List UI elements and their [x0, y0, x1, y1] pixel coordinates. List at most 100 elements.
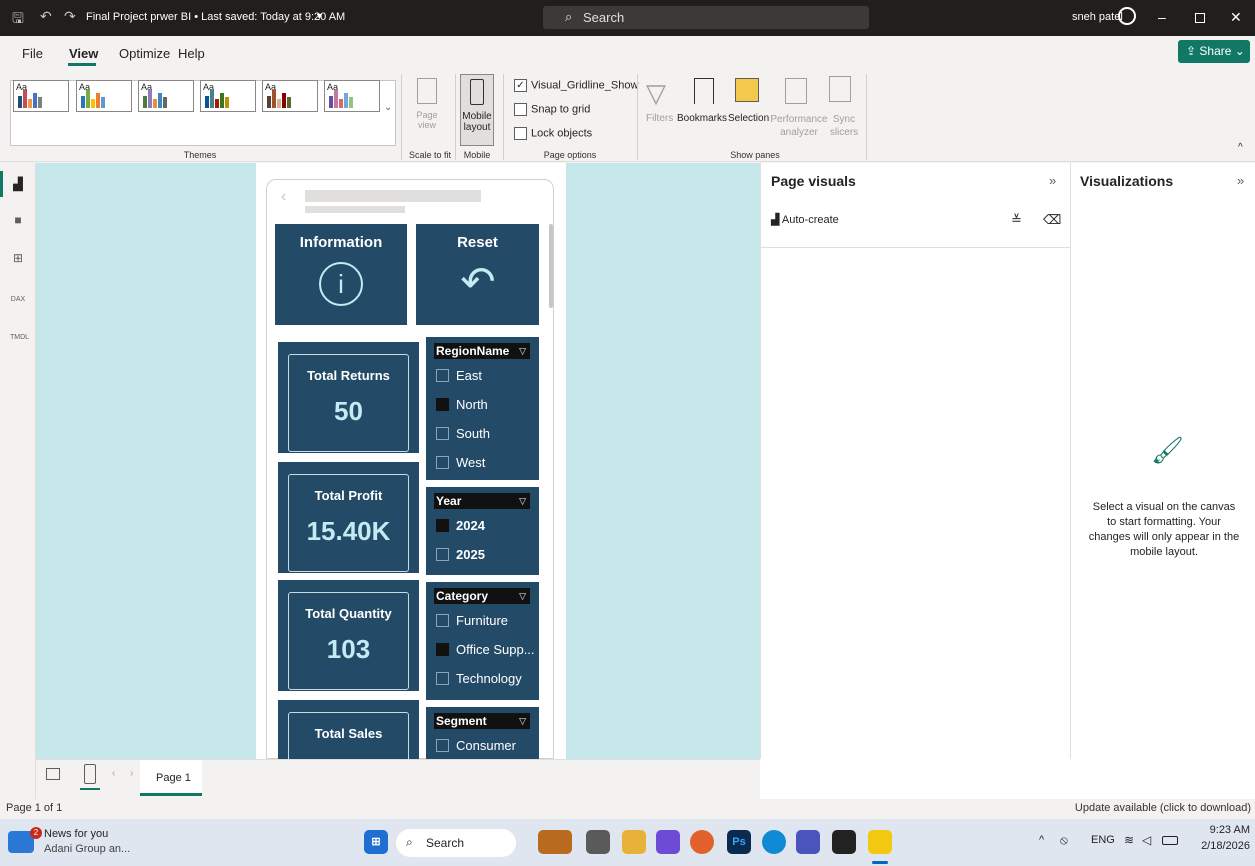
sync-slicers-icon[interactable]	[829, 76, 851, 102]
bookmarks-icon[interactable]	[694, 78, 714, 104]
theme-5[interactable]: Aa	[262, 80, 318, 112]
undo-icon[interactable]: ↶	[40, 8, 52, 25]
taskbar-search[interactable]: ⌕ Search	[396, 829, 516, 857]
slicer-segment[interactable]: Segment ▽ Consumer	[426, 707, 539, 759]
photoshop-icon[interactable]: Ps	[727, 830, 751, 854]
slicer-category[interactable]: Category ▽ Furniture Office Supp... Techn…	[426, 582, 539, 700]
battery-icon[interactable]	[1162, 836, 1178, 845]
theme-2[interactable]: Aa	[76, 80, 132, 112]
scrollbar[interactable]	[549, 224, 553, 308]
share-button[interactable]: ⇪ Share ⌄	[1178, 40, 1250, 63]
clock-time[interactable]: 9:23 AM	[1190, 824, 1250, 836]
location-off-icon[interactable]: ⦸	[1060, 833, 1068, 848]
slicer-option-consumer[interactable]: Consumer	[436, 738, 516, 753]
chevron-down-icon[interactable]: ▼	[315, 11, 324, 21]
kpi-total-returns[interactable]: Total Returns 50	[278, 342, 419, 453]
clock-date[interactable]: 2/18/2026	[1190, 840, 1250, 852]
chevron-down-icon: ▽	[519, 716, 526, 726]
capcut-icon[interactable]	[832, 830, 856, 854]
prev-page-icon[interactable]: ‹	[112, 768, 115, 779]
dax-query-view-icon[interactable]: DAX	[10, 287, 26, 303]
report-view-icon[interactable]: ▟	[10, 177, 26, 193]
auto-create-button[interactable]: ▟ Auto-create	[771, 213, 839, 226]
window-title[interactable]: Final Project prwer BI • Last saved: Tod…	[86, 11, 345, 23]
slicer-option-north[interactable]: North	[436, 397, 488, 412]
copilot-icon[interactable]	[656, 830, 680, 854]
page-view-button[interactable]: Page view	[410, 76, 444, 148]
kpi-total-quantity[interactable]: Total Quantity 103	[278, 580, 419, 691]
chevron-up-icon[interactable]: ^	[1039, 834, 1044, 846]
lock-objects-checkbox[interactable]: Lock objects	[514, 127, 592, 140]
update-link[interactable]: Update available (click to download)	[1063, 802, 1251, 814]
kpi-total-profit[interactable]: Total Profit 15.40K	[278, 462, 419, 573]
expand-icon[interactable]: »	[1237, 173, 1244, 188]
slicer-option-office-supplies[interactable]: Office Supp...	[436, 642, 535, 657]
snap-to-grid-checkbox[interactable]: Snap to grid	[514, 103, 590, 116]
edge-icon[interactable]	[762, 830, 786, 854]
slicer-year[interactable]: Year ▽ 2024 2025	[426, 487, 539, 575]
theme-3[interactable]: Aa	[138, 80, 194, 112]
menu-help[interactable]: Help	[178, 46, 205, 61]
sync-slicers-button[interactable]: Sync slicers	[828, 113, 860, 139]
selection-icon[interactable]	[735, 78, 759, 102]
slicer-option-furniture[interactable]: Furniture	[436, 613, 508, 628]
task-view-icon[interactable]	[586, 830, 610, 854]
news-widget[interactable]: 2 News for you Adani Group an...	[8, 825, 148, 859]
mobile-view-icon[interactable]	[84, 764, 96, 784]
slicer-option-2024[interactable]: 2024	[436, 518, 485, 533]
slicer-option-2025[interactable]: 2025	[436, 547, 485, 562]
themes-more-icon[interactable]: ⌄	[384, 102, 392, 113]
user-avatar-icon[interactable]	[1118, 7, 1136, 25]
menu-file[interactable]: File	[22, 46, 43, 61]
next-page-icon[interactable]: ›	[130, 768, 133, 779]
reset-button[interactable]: Reset ↶	[416, 224, 539, 325]
filters-icon[interactable]: ▽	[646, 78, 676, 108]
volume-icon[interactable]: ◁	[1142, 833, 1151, 847]
information-button[interactable]: Information i	[275, 224, 407, 325]
title-bar: 🖫 ↶ ↷ Final Project prwer BI • Last save…	[0, 0, 1255, 36]
model-view-icon[interactable]: ⊞	[10, 251, 26, 267]
file-explorer-icon[interactable]	[622, 830, 646, 854]
selection-button[interactable]: Selection	[728, 113, 769, 124]
mobile-layout-button[interactable]: Mobile layout	[460, 74, 494, 146]
user-name[interactable]: sneh patel	[1072, 11, 1123, 23]
slicer-option-technology[interactable]: Technology	[436, 671, 522, 686]
search-box[interactable]: ⌕ Search	[543, 6, 869, 29]
theme-4[interactable]: Aa	[200, 80, 256, 112]
save-icon[interactable]: 🖫	[12, 8, 24, 32]
theme-6[interactable]: Aa	[324, 80, 380, 112]
filters-button[interactable]: Filters	[646, 113, 673, 124]
theme-1[interactable]: Aa	[13, 80, 69, 112]
expand-icon[interactable]: »	[1049, 173, 1056, 188]
performance-icon[interactable]	[785, 78, 807, 104]
slicer-region[interactable]: RegionName ▽ East North South West	[426, 337, 539, 480]
close-icon[interactable]: ✕	[1230, 9, 1242, 26]
menu-optimize[interactable]: Optimize	[119, 46, 170, 61]
gridlines-checkbox[interactable]: ✓ Visual_Gridline_Show	[514, 79, 638, 92]
chrome-icon[interactable]	[690, 830, 714, 854]
redo-icon[interactable]: ↷	[64, 8, 76, 25]
performance-analyzer-button[interactable]: Performance analyzer	[768, 113, 830, 139]
power-bi-icon[interactable]	[868, 830, 892, 854]
tmdl-view-icon[interactable]: TMDL	[10, 325, 29, 341]
filter-settings-icon[interactable]: ≚	[1011, 212, 1022, 228]
windows-start-icon[interactable]: ⊞	[364, 830, 388, 854]
menu-view[interactable]: View	[69, 46, 98, 61]
slicer-option-west[interactable]: West	[436, 455, 485, 470]
table-view-icon[interactable]: ■	[10, 213, 26, 229]
language-indicator[interactable]: ENG	[1091, 834, 1115, 846]
page-tab-1[interactable]: Page 1	[140, 760, 202, 796]
maximize-icon[interactable]	[1195, 13, 1205, 23]
news-graphic-icon[interactable]	[538, 830, 572, 854]
slicer-option-east[interactable]: East	[436, 368, 482, 383]
kpi-total-sales[interactable]: Total Sales	[278, 700, 419, 759]
eraser-icon[interactable]: ⌫	[1043, 212, 1061, 228]
collapse-ribbon-icon[interactable]: ^	[1238, 142, 1243, 153]
minimize-icon[interactable]: –	[1158, 9, 1166, 25]
wifi-icon[interactable]: ≋	[1124, 833, 1134, 847]
chevron-down-icon: ⌄	[1234, 44, 1245, 58]
bookmarks-button[interactable]: Bookmarks	[677, 113, 727, 124]
teams-icon[interactable]	[796, 830, 820, 854]
desktop-view-icon[interactable]	[46, 768, 60, 780]
slicer-option-south[interactable]: South	[436, 426, 490, 441]
